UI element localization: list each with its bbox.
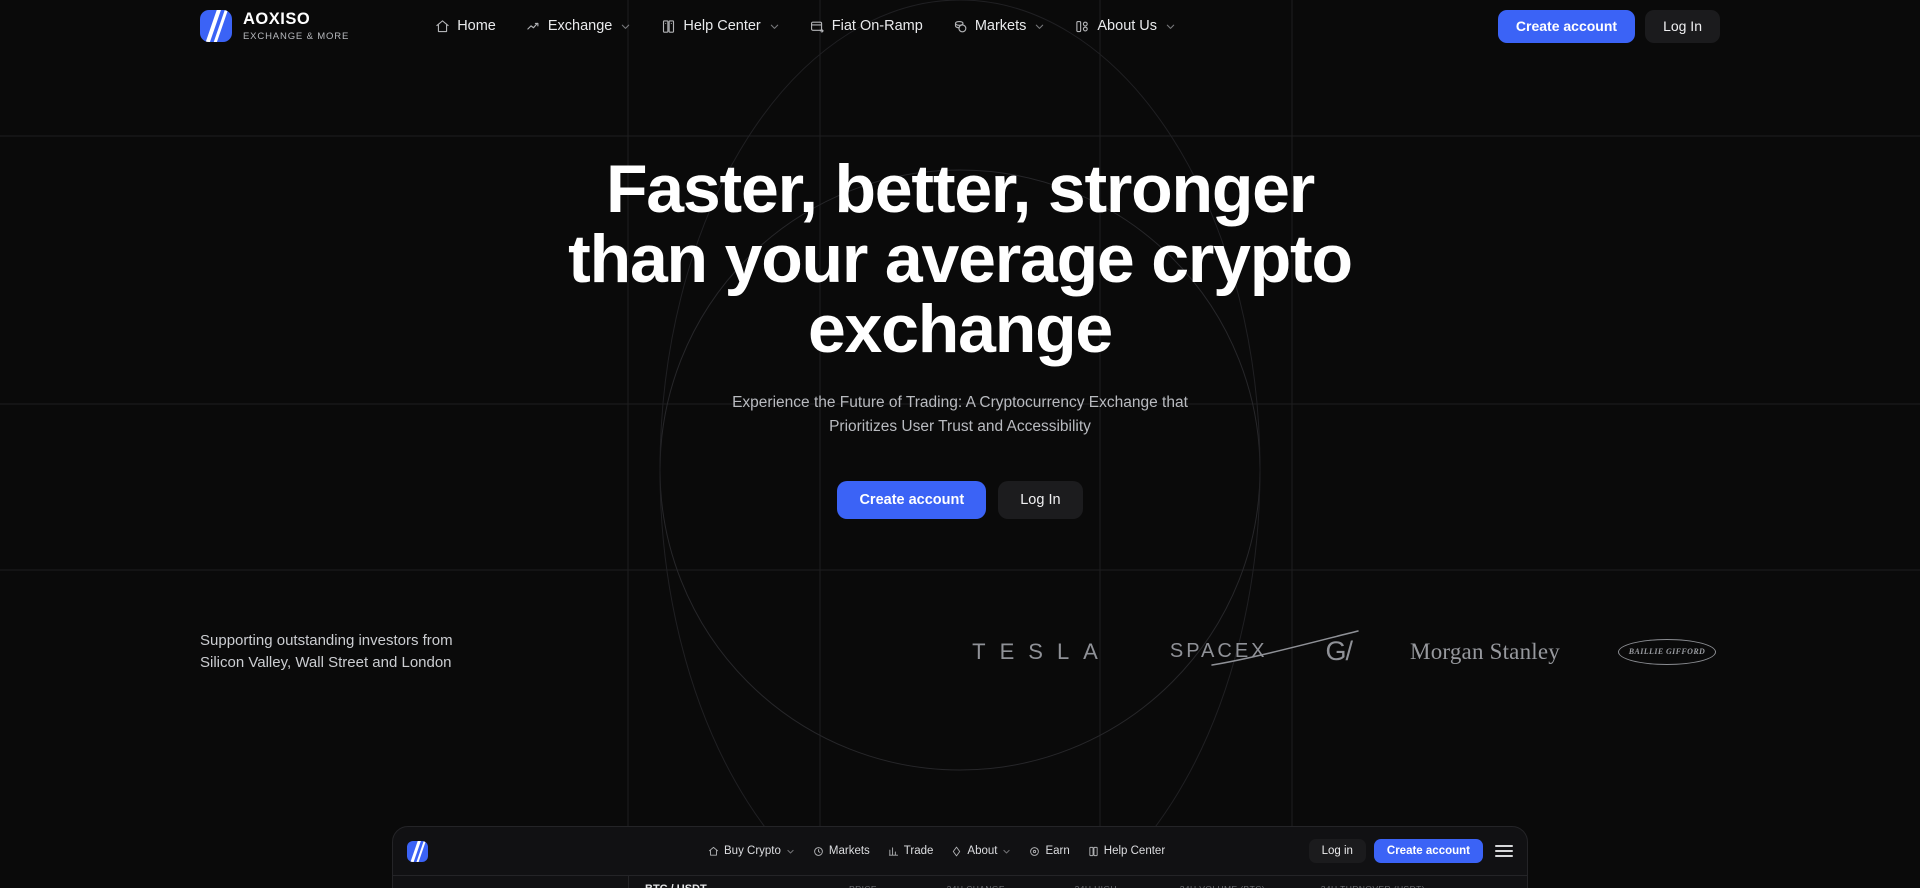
nav-label: Fiat On-Ramp — [831, 18, 923, 34]
nav-item-about-us[interactable]: About Us — [1075, 18, 1176, 34]
preview-col-24h-high: 24H HIGH — [1005, 884, 1117, 888]
home-icon — [708, 846, 719, 857]
preview-table-header-row: BTC / USDT PRICE 24H CHANGE 24H HIGH 24H… — [629, 876, 1527, 888]
preview-nav-label: About — [967, 845, 998, 857]
brand-tagline: EXCHANGE & MORE — [243, 30, 350, 42]
preview-nav-label: Buy Crypto — [724, 845, 781, 857]
nav-item-home[interactable]: Home — [435, 18, 496, 34]
chevron-down-icon — [622, 24, 630, 29]
top-navigation-bar: AOXISO EXCHANGE & MORE Home Exchange Hel… — [0, 0, 1920, 52]
preview-actions: Log in Create account — [1308, 839, 1513, 863]
preview-nav-buy-crypto[interactable]: Buy Crypto — [708, 845, 795, 857]
investors-section: Supporting outstanding investors from Si… — [0, 630, 1920, 674]
chart-icon — [888, 846, 899, 857]
preview-navbar: Buy Crypto Markets Trade About Earn Help… — [393, 827, 1527, 875]
preview-aoxiso-logo-icon[interactable] — [407, 840, 428, 862]
preview-nav-markets[interactable]: Markets — [813, 845, 870, 857]
trend-up-icon — [526, 19, 541, 34]
landing-page: AOXISO EXCHANGE & MORE Home Exchange Hel… — [0, 0, 1920, 888]
baillie-gifford-logo: BAILLIE GIFFORD — [1618, 638, 1716, 665]
circle-dot-icon — [1029, 846, 1040, 857]
preview-col-24h-volume: 24H VOLUME (BTC) — [1117, 884, 1265, 888]
preview-nav-label: Earn — [1045, 845, 1070, 857]
brand-name: AOXISO — [243, 10, 311, 28]
tesla-logo: TESLA — [972, 638, 1112, 664]
diamond-icon — [951, 846, 962, 857]
primary-nav: Home Exchange Help Center Fiat On-Ramp M… — [435, 18, 1176, 34]
preview-body: Search BTC / USDT PRICE 24H CHANGE 24H H… — [393, 875, 1527, 888]
investors-note: Supporting outstanding investors from Si… — [200, 632, 453, 671]
preview-col-price: PRICE — [773, 884, 877, 888]
nav-item-help-center[interactable]: Help Center — [661, 18, 779, 34]
preview-col-24h-turnover: 24H TURNOVER (USDT) — [1265, 884, 1425, 888]
header-actions: Create account Log In — [1497, 9, 1720, 43]
preview-nav-label: Help Center — [1103, 845, 1166, 857]
coins-icon — [953, 19, 968, 34]
app-preview-card: Buy Crypto Markets Trade About Earn Help… — [392, 826, 1528, 888]
investor-logo-list: TESLA SPACEX G/ Morgan Stanley BAILLIE G… — [972, 630, 1720, 667]
preview-nav-help-center[interactable]: Help Center — [1088, 845, 1165, 857]
hero-cta-group: Create account Log In — [0, 481, 1920, 520]
create-account-button[interactable]: Create account — [1497, 9, 1636, 43]
preview-nav-label: Trade — [903, 845, 934, 857]
log-in-button[interactable]: Log In — [1645, 9, 1720, 43]
book-icon — [1088, 846, 1099, 857]
nav-label: Exchange — [547, 18, 613, 34]
chevron-down-icon — [770, 24, 778, 29]
nav-label: About Us — [1097, 18, 1158, 34]
chevron-down-icon — [1036, 24, 1044, 29]
home-icon — [435, 19, 450, 34]
morgan-stanley-logo: Morgan Stanley — [1410, 638, 1560, 664]
nav-item-fiat-on-ramp[interactable]: Fiat On-Ramp — [810, 18, 923, 34]
preview-nav-list: Buy Crypto Markets Trade About Earn Help… — [708, 845, 1165, 857]
preview-col-24h-change: 24H CHANGE — [877, 884, 1005, 888]
nav-item-exchange[interactable]: Exchange — [526, 18, 632, 34]
card-transfer-icon — [810, 19, 825, 34]
info-grid-icon — [1075, 19, 1090, 34]
hero-subheadline: Experience the Future of Trading: A Cryp… — [732, 394, 1188, 436]
preview-nav-label: Markets — [828, 845, 870, 857]
hero-create-account-button[interactable]: Create account — [837, 481, 987, 520]
nav-label: Help Center — [683, 18, 761, 34]
hamburger-icon[interactable] — [1495, 845, 1513, 857]
preview-table-pair: BTC / USDT — [645, 883, 773, 888]
baillie-gifford-logo-text: BAILLIE GIFFORD — [1628, 647, 1706, 657]
preview-nav-trade[interactable]: Trade — [888, 845, 934, 857]
hero-log-in-button[interactable]: Log In — [998, 481, 1083, 520]
preview-create-account-button[interactable]: Create account — [1373, 839, 1483, 863]
preview-market-table: BTC / USDT PRICE 24H CHANGE 24H HIGH 24H… — [629, 876, 1527, 888]
chevron-down-icon — [1003, 849, 1011, 853]
preview-nav-about[interactable]: About — [951, 845, 1011, 857]
preview-log-in-button[interactable]: Log in — [1308, 839, 1366, 863]
brand-logo[interactable]: AOXISO EXCHANGE & MORE — [200, 10, 349, 42]
nav-item-markets[interactable]: Markets — [953, 18, 1046, 34]
chevron-down-icon — [787, 849, 794, 853]
spacex-swoosh-icon — [1211, 630, 1359, 666]
hero-headline: Faster, better, stronger than your avera… — [568, 151, 1353, 368]
nav-label: Markets — [974, 18, 1027, 34]
chevron-down-icon — [1166, 24, 1175, 29]
preview-nav-earn[interactable]: Earn — [1029, 845, 1070, 857]
aoxiso-slash-logo-icon — [200, 10, 232, 42]
hero-section: Faster, better, stronger than your avera… — [0, 52, 1920, 520]
nav-label: Home — [457, 18, 496, 34]
clock-icon — [813, 846, 824, 857]
spacex-logo: SPACEX — [1170, 630, 1359, 666]
book-icon — [661, 19, 676, 34]
preview-sidebar: Search — [393, 876, 629, 888]
